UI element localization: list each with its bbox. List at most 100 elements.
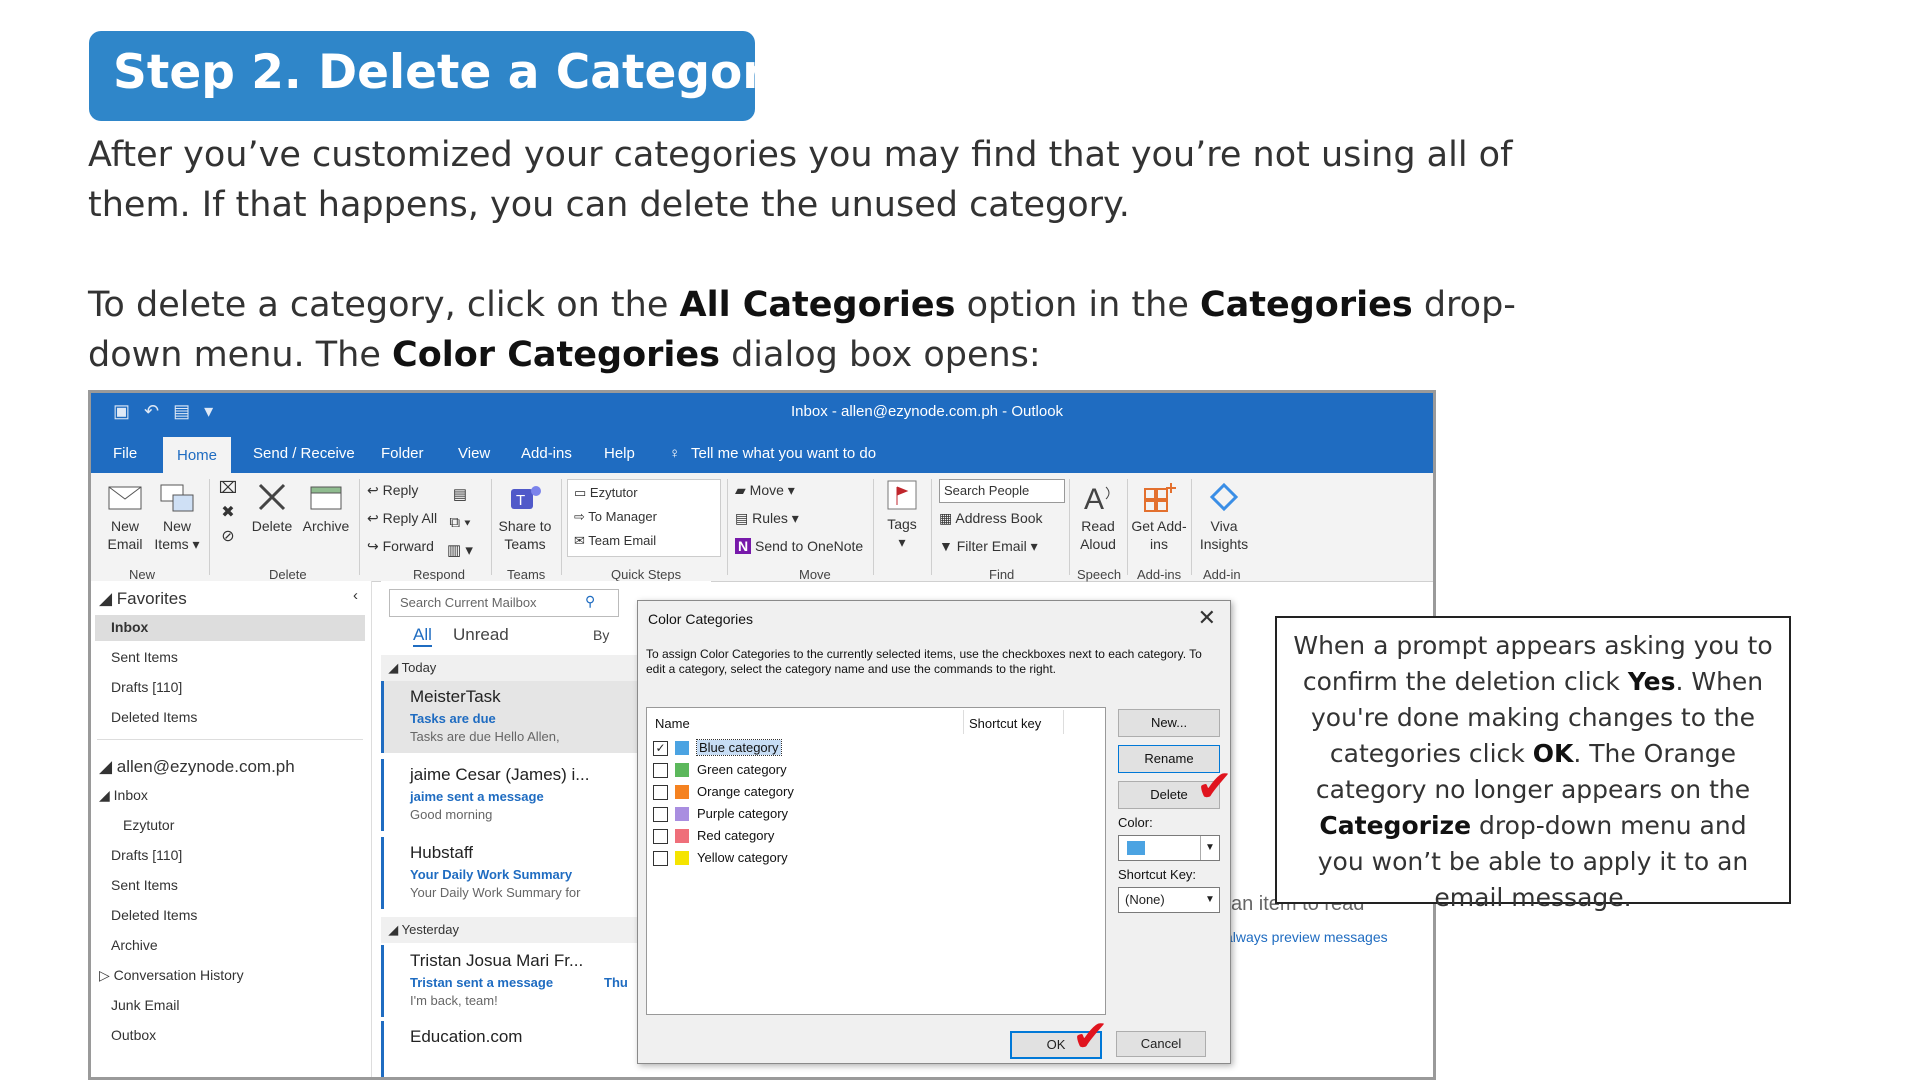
quick-step-ezytutor[interactable]: ▭ Ezytutor <box>574 484 638 502</box>
acct-sent-items[interactable]: Sent Items <box>111 877 178 893</box>
cancel-button[interactable]: Cancel <box>1116 1031 1206 1057</box>
category-row-yellow[interactable]: Yellow category <box>653 848 953 868</box>
delete-button[interactable]: Delete <box>247 481 297 535</box>
quick-steps-gallery[interactable]: ▭ Ezytutor ⇨ To Manager ✉ Team Email <box>567 479 721 557</box>
quick-step-team-email[interactable]: ✉ Team Email <box>574 532 656 550</box>
category-checkbox[interactable] <box>653 763 668 778</box>
acct-junk-email[interactable]: Junk Email <box>111 997 179 1013</box>
color-categories-dialog: Color Categories ✕ To assign Color Categ… <box>637 600 1233 1064</box>
new-email-button[interactable]: New Email <box>99 481 151 553</box>
acct-ezytutor[interactable]: Ezytutor <box>123 817 174 833</box>
search-people-input[interactable]: Search People <box>939 479 1065 503</box>
group-delete: Delete <box>269 567 307 582</box>
viva-insights-icon <box>1209 482 1239 512</box>
group-teams: Teams <box>507 567 546 582</box>
category-checkbox[interactable]: ✓ <box>653 741 668 756</box>
color-dropdown[interactable]: ▼ <box>1118 835 1220 861</box>
menu-help[interactable]: Help <box>604 445 635 462</box>
close-icon[interactable]: ✕ <box>1198 605 1216 631</box>
dialog-title: Color Categories <box>648 611 754 627</box>
red-checkmark-icon: ✔ <box>1196 761 1233 812</box>
category-row-blue[interactable]: ✓ Blue category <box>653 738 953 758</box>
red-checkmark-icon: ✔ <box>1072 1011 1109 1062</box>
column-shortcut-key[interactable]: Shortcut key <box>969 716 1041 731</box>
chevron-down-icon[interactable]: ▼ <box>1200 836 1219 860</box>
reply-all-button[interactable]: ↩ Reply All <box>367 509 437 527</box>
new-items-icon <box>160 484 194 512</box>
category-row-purple[interactable]: Purple category <box>653 804 953 824</box>
title-bar: ▣↶▤▾ Inbox - allen@ezynode.com.ph - Outl… <box>91 393 1433 433</box>
category-row-orange[interactable]: Orange category <box>653 782 953 802</box>
category-checkbox[interactable] <box>653 829 668 844</box>
ribbon-separator <box>491 479 492 575</box>
flag-icon <box>887 480 917 510</box>
fav-deleted-items[interactable]: Deleted Items <box>111 709 197 725</box>
collapse-pane-icon[interactable]: ‹ <box>353 587 358 604</box>
get-add-ins-button[interactable]: Get Add-ins <box>1131 481 1187 553</box>
tell-me-search[interactable]: Tell me what you want to do <box>691 445 876 462</box>
tags-button[interactable]: Tags ▾ <box>881 479 923 551</box>
viva-insights-button[interactable]: Viva Insights <box>1195 481 1253 553</box>
quick-access-icons[interactable]: ▣↶▤▾ <box>113 401 227 422</box>
category-row-green[interactable]: Green category <box>653 760 953 780</box>
acct-outbox[interactable]: Outbox <box>111 1027 156 1043</box>
respond-more-icons[interactable]: ▤ ⧉ ▾ ▥ ▾ <box>447 481 473 565</box>
column-divider <box>1063 710 1064 734</box>
preview-messages-link[interactable]: always preview messages <box>1225 929 1388 945</box>
filter-unread[interactable]: Unread <box>453 625 509 645</box>
group-add-in: Add-in <box>1203 567 1241 582</box>
rules-button[interactable]: ▤ Rules ▾ <box>735 509 799 527</box>
shortcut-key-dropdown[interactable]: (None) ▼ <box>1118 887 1220 913</box>
ribbon-separator <box>1069 479 1070 575</box>
menu-folder[interactable]: Folder <box>381 445 424 462</box>
category-checkbox[interactable] <box>653 785 668 800</box>
window-title: Inbox - allen@ezynode.com.ph - Outlook <box>791 403 1064 420</box>
reply-button[interactable]: ↩ Reply <box>367 481 418 499</box>
search-icon[interactable]: ⚲ <box>585 593 595 610</box>
step-title-banner: Step 2. Delete a Category <box>89 31 796 121</box>
acct-conversation-history[interactable]: ▷ Conversation History <box>99 967 244 984</box>
fav-drafts[interactable]: Drafts [110] <box>111 679 182 695</box>
column-name[interactable]: Name <box>655 716 690 731</box>
ribbon-separator <box>359 479 360 575</box>
callout-text: When a prompt appears asking you to conf… <box>1293 631 1773 912</box>
category-checkbox[interactable] <box>653 851 668 866</box>
share-to-teams-button[interactable]: T Share to Teams <box>495 481 555 553</box>
read-aloud-button[interactable]: A Read Aloud <box>1075 481 1121 553</box>
send-to-onenote-button[interactable]: N Send to OneNote <box>735 537 863 555</box>
fav-inbox[interactable]: Inbox <box>111 619 148 635</box>
group-new: New <box>129 567 156 582</box>
new-items-button[interactable]: New Items ▾ <box>151 481 203 553</box>
sort-by[interactable]: By <box>593 627 609 643</box>
forward-button[interactable]: ↪ Forward <box>367 537 434 555</box>
account-header[interactable]: ◢ allen@ezynode.com.ph <box>99 757 295 777</box>
menu-view[interactable]: View <box>458 445 490 462</box>
acct-archive[interactable]: Archive <box>111 937 158 953</box>
ribbon-separator <box>727 479 728 575</box>
acct-deleted-items[interactable]: Deleted Items <box>111 907 197 923</box>
chevron-down-icon[interactable]: ▼ <box>1201 888 1219 912</box>
menu-add-ins[interactable]: Add-ins <box>521 445 572 462</box>
quick-step-to-manager[interactable]: ⇨ To Manager <box>574 508 657 526</box>
ribbon-separator <box>561 479 562 575</box>
cleanup-icons[interactable]: ⌧ ✖ ⊘ <box>213 477 243 549</box>
color-swatch <box>675 763 689 777</box>
menu-file[interactable]: File <box>113 445 137 462</box>
archive-button[interactable]: Archive <box>299 481 353 535</box>
move-button[interactable]: ▰ Move ▾ <box>735 481 795 499</box>
fav-sent-items[interactable]: Sent Items <box>111 649 178 665</box>
acct-drafts[interactable]: Drafts [110] <box>111 847 182 863</box>
filter-all[interactable]: All <box>413 625 432 647</box>
lightbulb-icon: ♀ <box>669 445 681 462</box>
archive-icon <box>310 486 342 510</box>
acct-inbox[interactable]: ◢ Inbox <box>99 787 148 804</box>
menu-send-receive[interactable]: Send / Receive <box>253 445 355 462</box>
category-checkbox[interactable] <box>653 807 668 822</box>
new-category-button[interactable]: New... <box>1118 709 1220 737</box>
message-date: Thu <box>604 975 628 990</box>
filter-email-button[interactable]: ▼ Filter Email ▾ <box>939 537 1038 555</box>
favorites-header[interactable]: ◢ Favorites <box>99 589 187 609</box>
address-book-button[interactable]: ▦ Address Book <box>939 509 1043 527</box>
menu-home[interactable]: Home <box>163 437 232 473</box>
category-row-red[interactable]: Red category <box>653 826 953 846</box>
